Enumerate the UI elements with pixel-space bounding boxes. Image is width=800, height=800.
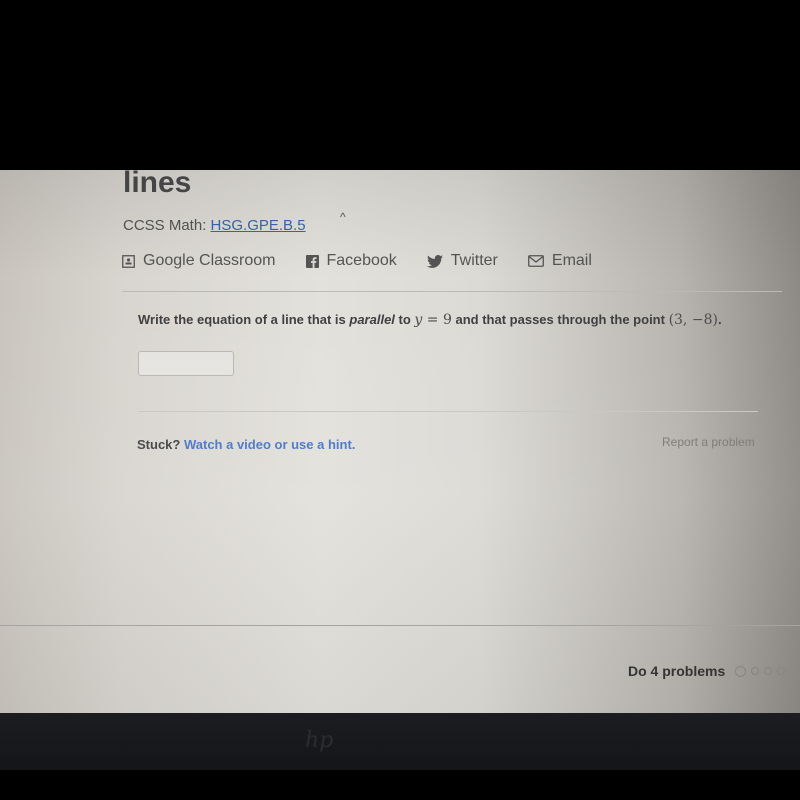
page-title: lines (123, 170, 192, 199)
photo-top-dark-area (0, 0, 800, 170)
share-google-classroom-button[interactable]: Google Classroom (122, 252, 276, 270)
question-emphasis: parallel (349, 312, 395, 327)
hp-logo: hp (305, 728, 334, 753)
photo-bottom-dark-area (0, 770, 800, 800)
report-problem-link[interactable]: Report a problem (662, 435, 755, 449)
progress-dot (751, 667, 760, 675)
divider (122, 291, 782, 292)
share-google-classroom-label: Google Classroom (143, 252, 276, 269)
caret-up-icon[interactable]: ^ (340, 210, 346, 224)
progress-dot (777, 667, 786, 675)
help-row: Stuck? Watch a video or use a hint. (137, 437, 355, 452)
exercise-page: lines CCSS Math: HSG.GPE.B.5 ^ Google Cl… (0, 170, 800, 713)
google-classroom-icon (122, 254, 135, 268)
standard-reference: CCSS Math: HSG.GPE.B.5 (123, 217, 306, 234)
share-facebook-label: Facebook (326, 252, 397, 269)
share-twitter-button[interactable]: Twitter (426, 252, 498, 270)
email-icon (527, 255, 544, 267)
facebook-icon (305, 254, 319, 268)
share-bar: Google Classroom Facebook Twitter Email (122, 252, 622, 270)
share-email-label: Email (551, 252, 592, 269)
progress-indicator: Do 4 problems (628, 663, 790, 679)
share-twitter-label: Twitter (450, 252, 498, 269)
question-point: (3, −8) (668, 312, 718, 328)
standard-link[interactable]: HSG.GPE.B.5 (211, 217, 306, 234)
progress-dot (764, 667, 773, 675)
equation-rest: = 9 (422, 312, 452, 328)
question-end: . (717, 312, 722, 327)
stuck-label: Stuck? (137, 437, 181, 452)
twitter-icon (426, 254, 443, 268)
question-suffix: and that passes through the point (451, 312, 669, 327)
laptop-bezel (0, 713, 800, 773)
share-email-button[interactable]: Email (527, 252, 592, 270)
divider (138, 411, 758, 412)
standard-label: CCSS Math: (123, 217, 207, 234)
progress-dot (735, 665, 747, 677)
share-facebook-button[interactable]: Facebook (305, 252, 397, 270)
answer-input[interactable] (138, 351, 234, 376)
question-prefix: Write the equation of a line that is (138, 312, 350, 327)
hint-link[interactable]: Watch a video or use a hint. (184, 437, 355, 452)
progress-label: Do 4 problems (628, 663, 726, 679)
footer-divider (0, 625, 800, 626)
question-equation: y = 9 (414, 312, 451, 328)
question-middle: to (394, 312, 415, 327)
question-text: Write the equation of a line that is par… (138, 312, 722, 328)
